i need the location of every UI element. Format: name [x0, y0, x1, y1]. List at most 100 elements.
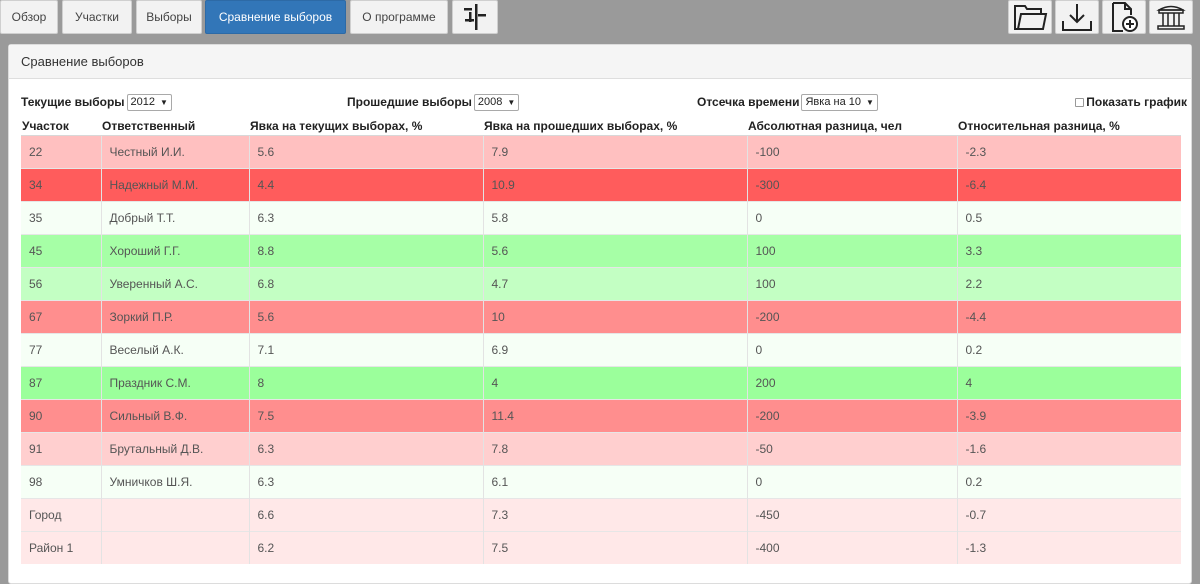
current-election-label: Текущие выборы — [21, 95, 125, 109]
table-cell: 45 — [21, 233, 101, 267]
show-chart-checkbox[interactable] — [1075, 97, 1085, 107]
time-cutoff-label: Отсечка времени — [697, 95, 800, 109]
table-cell: 4.4 — [248, 167, 483, 201]
controls-bar: Текущие выборы 2012 ▼ Прошедшие выборы 2… — [21, 93, 1187, 111]
table-cell: 34 — [21, 167, 101, 201]
table-cell: 100 — [746, 266, 957, 300]
comparison-table-wrapper: Участок Ответственный Явка на текущих вы… — [21, 117, 1181, 564]
table-row[interactable]: 77 Веселый А.К. 7.1 6.9 0 0.2 — [21, 332, 1181, 366]
table-cell: -450 — [746, 497, 957, 531]
table-cell: 6.3 — [248, 431, 483, 465]
table-row[interactable]: 22 Честный И.И. 5.6 7.9 -100 -2.3 — [21, 134, 1181, 168]
table-cell: 200 — [746, 365, 957, 399]
tab-precincts[interactable]: Участки — [62, 0, 132, 34]
table-cell: 0 — [746, 200, 957, 234]
past-election-control: Прошедшие выборы 2008 ▼ — [347, 93, 520, 111]
header-precinct[interactable]: Участок — [21, 117, 101, 136]
table-cell: 0 — [746, 464, 957, 498]
table-cell: -2.3 — [956, 134, 1181, 168]
table-row[interactable]: 45 Хороший Г.Г. 8.8 5.6 100 3.3 — [21, 233, 1181, 267]
dropdown-arrow-icon: ▼ — [160, 97, 168, 107]
time-cutoff-control: Отсечка времени Явка на 10 ▼ — [697, 93, 878, 111]
current-election-value: 2012 — [130, 96, 156, 108]
table-row[interactable]: 87 Праздник С.М. 8 4 200 4 — [21, 365, 1181, 399]
table-cell: 5.6 — [248, 299, 483, 333]
table-cell: 6.9 — [482, 332, 747, 366]
table-cell: 77 — [21, 332, 101, 366]
table-row[interactable]: Город 6.6 7.3 -450 -0.7 — [21, 497, 1181, 531]
table-cell: 91 — [21, 431, 101, 465]
new-file-button[interactable] — [1102, 0, 1146, 34]
table-row[interactable]: 67 Зоркий П.Р. 5.6 10 -200 -4.4 — [21, 299, 1181, 333]
table-cell: Город — [21, 497, 101, 531]
open-folder-button[interactable] — [1008, 0, 1052, 34]
table-cell: 5.6 — [482, 233, 747, 267]
tab-overview[interactable]: Обзор — [0, 0, 58, 34]
tab-election-comparison[interactable]: Сравнение выборов — [205, 0, 346, 34]
table-cell: -400 — [746, 530, 957, 564]
capitol-button[interactable] — [1149, 0, 1193, 34]
table-cell: 6.8 — [248, 266, 483, 300]
table-row[interactable]: 56 Уверенный А.С. 6.8 4.7 100 2.2 — [21, 266, 1181, 300]
header-absolute-diff[interactable]: Абсолютная разница, чел — [747, 117, 957, 136]
past-election-value: 2008 — [477, 96, 503, 108]
header-relative-diff[interactable]: Относительная разница, % — [957, 117, 1181, 136]
table-cell: 7.5 — [482, 530, 747, 564]
table-cell: 6.3 — [248, 200, 483, 234]
table-cell: 87 — [21, 365, 101, 399]
table-cell: 8.8 — [248, 233, 483, 267]
table-cell — [100, 530, 249, 564]
table-cell: -300 — [746, 167, 957, 201]
table-cell: Район 1 — [21, 530, 101, 564]
table-row[interactable]: 35 Добрый Т.Т. 6.3 5.8 0 0.5 — [21, 200, 1181, 234]
table-cell: -3.9 — [956, 398, 1181, 432]
folder-open-icon — [1012, 2, 1048, 32]
table-cell: 0.2 — [956, 332, 1181, 366]
table-row[interactable]: 98 Умничков Ш.Я. 6.3 6.1 0 0.2 — [21, 464, 1181, 498]
table-cell: 5.8 — [482, 200, 747, 234]
table-cell: Сильный В.Ф. — [100, 398, 249, 432]
table-cell: 2.2 — [956, 266, 1181, 300]
table-cell: Праздник С.М. — [100, 365, 249, 399]
table-cell: 22 — [21, 134, 101, 168]
tab-elections[interactable]: Выборы — [136, 0, 202, 34]
table-cell: 7.1 — [248, 332, 483, 366]
download-button[interactable] — [1055, 0, 1099, 34]
table-cell: Зоркий П.Р. — [100, 299, 249, 333]
filter-settings-button[interactable] — [452, 0, 498, 34]
table-row[interactable]: 34 Надежный М.М. 4.4 10.9 -300 -6.4 — [21, 167, 1181, 201]
table-row[interactable]: Район 1 6.2 7.5 -400 -1.3 — [21, 530, 1181, 564]
time-cutoff-value: Явка на 10 — [805, 96, 861, 108]
table-cell: 90 — [21, 398, 101, 432]
table-cell: 6.1 — [482, 464, 747, 498]
table-cell: Честный И.И. — [100, 134, 249, 168]
time-cutoff-select[interactable]: Явка на 10 ▼ — [801, 93, 878, 111]
table-cell: -200 — [746, 398, 957, 432]
table-header-row: Участок Ответственный Явка на текущих вы… — [21, 117, 1181, 136]
table-cell: Веселый А.К. — [100, 332, 249, 366]
table-row[interactable]: 90 Сильный В.Ф. 7.5 11.4 -200 -3.9 — [21, 398, 1181, 432]
table-cell: 4 — [482, 365, 747, 399]
table-cell: -4.4 — [956, 299, 1181, 333]
table-cell: 5.6 — [248, 134, 483, 168]
new-file-icon — [1108, 1, 1140, 33]
current-election-select[interactable]: 2012 ▼ — [126, 93, 172, 111]
dropdown-arrow-icon: ▼ — [507, 97, 516, 107]
table-cell: 10 — [482, 299, 747, 333]
table-cell: -200 — [746, 299, 957, 333]
header-current-turnout[interactable]: Явка на текущих выборах, % — [249, 117, 483, 136]
table-cell: 56 — [21, 266, 101, 300]
header-responsible[interactable]: Ответственный — [101, 117, 249, 136]
table-cell: -100 — [746, 134, 957, 168]
table-cell: -6.4 — [956, 167, 1181, 201]
table-cell: 0.5 — [956, 200, 1181, 234]
table-row[interactable]: 91 Брутальный Д.В. 6.3 7.8 -50 -1.6 — [21, 431, 1181, 465]
filter-settings-icon — [462, 3, 488, 31]
table-cell: 10.9 — [482, 167, 747, 201]
tab-about[interactable]: О программе — [350, 0, 448, 34]
table-cell: 4 — [956, 365, 1181, 399]
past-election-select[interactable]: 2008 ▼ — [473, 93, 520, 111]
top-navigation: Обзор Участки Выборы Сравнение выборов О… — [0, 0, 1200, 34]
header-past-turnout[interactable]: Явка на прошедших выборах, % — [483, 117, 747, 136]
comparison-panel: Сравнение выборов Текущие выборы 2012 ▼ … — [8, 44, 1192, 584]
